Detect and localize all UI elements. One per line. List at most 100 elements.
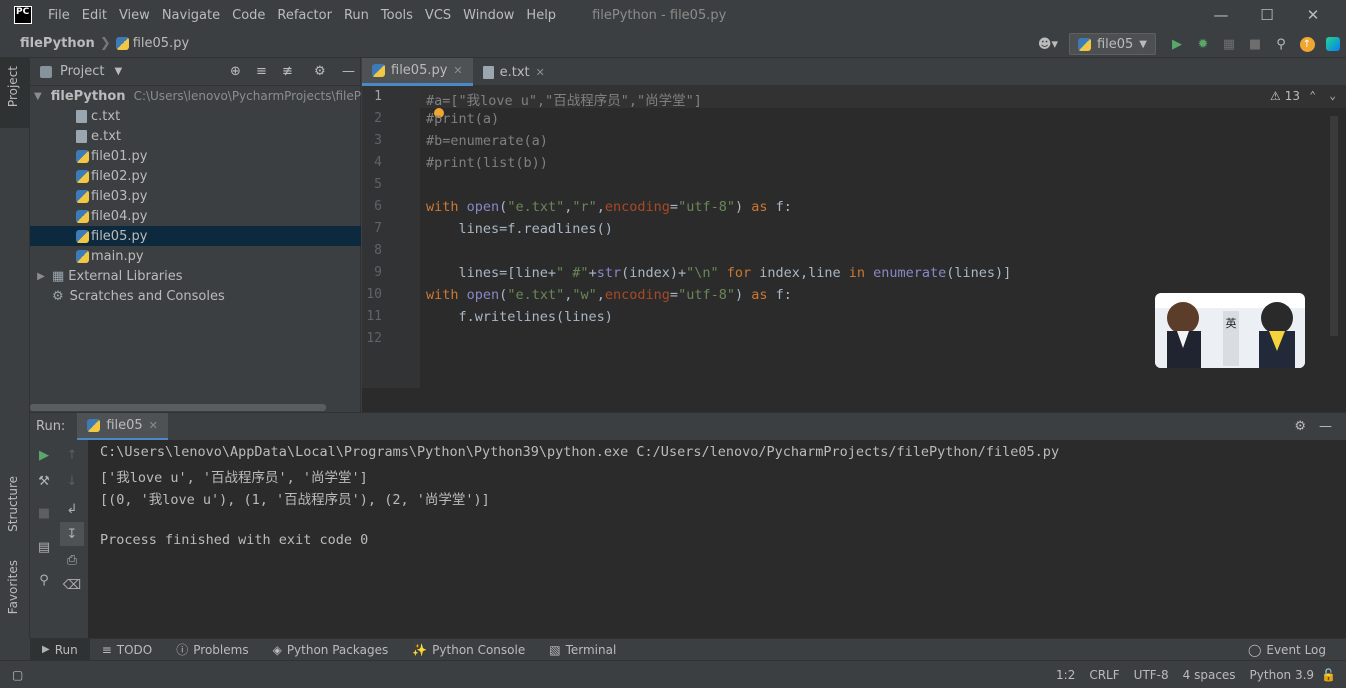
tool-tab-run[interactable]: ▶ Run bbox=[30, 638, 90, 661]
structure-vertical-tab[interactable]: Structure bbox=[6, 476, 20, 532]
menu-window[interactable]: Window bbox=[457, 8, 520, 23]
tree-file[interactable]: e.txt bbox=[30, 126, 361, 146]
tree-external-libraries[interactable]: ▶ ▦ External Libraries bbox=[30, 266, 361, 286]
pin-icon[interactable]: ⚲ bbox=[32, 568, 56, 592]
print-icon[interactable]: ⎙ bbox=[60, 548, 84, 572]
horizontal-scrollbar[interactable] bbox=[30, 404, 326, 411]
menu-run[interactable]: Run bbox=[338, 8, 375, 23]
status-bar: ▢ 1:2 CRLF UTF-8 4 spaces Python 3.9 🔓 bbox=[0, 660, 1346, 688]
tree-file[interactable]: file03.py bbox=[30, 186, 361, 206]
menu-vcs[interactable]: VCS bbox=[419, 8, 457, 23]
menu-help[interactable]: Help bbox=[520, 8, 562, 23]
main-toolbar: ☻▾ file05 ▼ ▶ ✹ ▦ ■ ⚲ ↑ bbox=[1035, 30, 1346, 58]
tree-scratches[interactable]: ⚙ Scratches and Consoles bbox=[30, 286, 361, 306]
wrench-icon[interactable]: ⚒ bbox=[32, 469, 56, 493]
gear-icon[interactable]: ⚙ bbox=[314, 64, 326, 79]
line-number: 6 bbox=[374, 199, 382, 214]
python-file-icon bbox=[372, 64, 385, 77]
event-log-icon: ◯ bbox=[1247, 642, 1262, 657]
run-configuration-select[interactable]: file05 ▼ bbox=[1068, 33, 1156, 55]
chevron-up-icon[interactable]: ⌃ bbox=[1309, 89, 1316, 102]
maximize-icon[interactable]: ☐ bbox=[1244, 0, 1290, 30]
chevron-down-icon: ▼ bbox=[1139, 38, 1147, 50]
tab-e-txt[interactable]: e.txt ✕ bbox=[473, 58, 555, 86]
indent-setting[interactable]: 4 spaces bbox=[1176, 668, 1243, 682]
trash-icon[interactable]: ⌫ bbox=[60, 573, 84, 597]
tree-file[interactable]: file02.py bbox=[30, 166, 361, 186]
menu-refactor[interactable]: Refactor bbox=[271, 8, 338, 23]
soft-wrap-icon[interactable]: ↲ bbox=[60, 497, 84, 521]
menu-navigate[interactable]: Navigate bbox=[156, 8, 226, 23]
chevron-right-icon: ▶ bbox=[37, 270, 45, 282]
locate-icon[interactable]: ⊕ bbox=[230, 64, 241, 79]
menu-code[interactable]: Code bbox=[226, 8, 271, 23]
scroll-to-end-icon[interactable]: ↧ bbox=[60, 522, 84, 546]
file-encoding[interactable]: UTF-8 bbox=[1127, 668, 1176, 682]
collapse-all-icon[interactable]: ≢ bbox=[282, 64, 293, 79]
title-bar: PC File Edit View Navigate Code Refactor… bbox=[0, 0, 1346, 30]
close-icon[interactable]: ✕ bbox=[536, 66, 545, 79]
tool-tab-terminal[interactable]: ▧ Terminal bbox=[537, 639, 628, 661]
terminal-icon: ▧ bbox=[549, 642, 561, 657]
gear-icon[interactable]: ⚙ bbox=[1294, 419, 1306, 434]
python-interpreter[interactable]: Python 3.9 bbox=[1243, 668, 1322, 682]
tree-label: Scratches and Consoles bbox=[69, 288, 225, 304]
hide-icon[interactable]: — bbox=[342, 64, 355, 79]
tree-file[interactable]: c.txt bbox=[30, 106, 361, 126]
tab-file05[interactable]: file05.py ✕ bbox=[362, 58, 473, 86]
caret-position[interactable]: 1:2 bbox=[1049, 668, 1082, 682]
menu-tools[interactable]: Tools bbox=[375, 8, 419, 23]
favorites-vertical-tab[interactable]: Favorites bbox=[6, 560, 20, 614]
tree-file[interactable]: main.py bbox=[30, 246, 361, 266]
inspection-widget[interactable]: ⚠ 13 bbox=[1270, 89, 1300, 103]
menu-edit[interactable]: Edit bbox=[76, 8, 113, 23]
window-title: filePython - file05.py bbox=[592, 7, 727, 23]
tree-file-selected[interactable]: file05.py bbox=[30, 226, 361, 246]
run-console[interactable]: C:\Users\lenovo\AppData\Local\Programs\P… bbox=[88, 440, 1346, 638]
user-icon[interactable]: ☻▾ bbox=[1035, 31, 1061, 57]
coverage-icon[interactable]: ▦ bbox=[1216, 31, 1242, 57]
breadcrumb-project[interactable]: filePython bbox=[20, 36, 95, 51]
layout-icon[interactable]: ▤ bbox=[32, 535, 56, 559]
stop-icon[interactable]: ■ bbox=[1242, 31, 1268, 57]
expand-all-icon[interactable]: ≡ bbox=[256, 64, 267, 79]
python-file-icon bbox=[76, 169, 89, 183]
file-name: c.txt bbox=[91, 108, 121, 124]
tool-tab-event-log[interactable]: ◯ Event Log bbox=[1236, 639, 1338, 661]
chevron-down-icon[interactable]: ▼ bbox=[114, 66, 122, 77]
tree-root[interactable]: ▼ filePython C:\Users\lenovo\PycharmProj… bbox=[30, 86, 361, 106]
plugin-logo-icon[interactable] bbox=[1320, 31, 1346, 57]
toggle-tool-windows-icon[interactable]: ▢ bbox=[12, 668, 23, 682]
python-file-icon bbox=[1077, 37, 1091, 51]
tool-tab-python-packages[interactable]: ◈ Python Packages bbox=[261, 639, 401, 661]
vertical-scrollbar[interactable] bbox=[1330, 116, 1338, 336]
menu-view[interactable]: View bbox=[113, 8, 156, 23]
tree-file[interactable]: file01.py bbox=[30, 146, 361, 166]
line-separator[interactable]: CRLF bbox=[1082, 668, 1126, 682]
arrow-down-icon[interactable]: ↓ bbox=[60, 469, 84, 493]
close-icon[interactable]: ✕ bbox=[1290, 0, 1336, 30]
tool-tab-python-console[interactable]: ✨ Python Console bbox=[400, 639, 537, 661]
close-icon[interactable]: ✕ bbox=[149, 419, 158, 432]
lock-icon[interactable]: 🔓 bbox=[1321, 668, 1336, 682]
menu-file[interactable]: File bbox=[42, 8, 76, 23]
tool-tab-problems[interactable]: ⓘ Problems bbox=[164, 639, 260, 661]
run-icon[interactable]: ▶ bbox=[1164, 31, 1190, 57]
minimize-icon[interactable]: — bbox=[1198, 0, 1244, 30]
run-tab[interactable]: file05 ✕ bbox=[77, 412, 168, 441]
arrow-up-icon[interactable]: ↑ bbox=[60, 443, 84, 467]
chevron-down-icon[interactable]: ⌄ bbox=[1329, 89, 1336, 102]
close-icon[interactable]: ✕ bbox=[453, 64, 462, 77]
tree-file[interactable]: file04.py bbox=[30, 206, 361, 226]
tool-tab-todo[interactable]: ≡ TODO bbox=[90, 639, 165, 661]
breadcrumb-file[interactable]: file05.py bbox=[133, 36, 189, 51]
project-vertical-tab[interactable]: Project bbox=[6, 66, 20, 107]
warning-icon: ⚠ bbox=[1269, 89, 1281, 103]
debug-icon[interactable]: ✹ bbox=[1190, 31, 1216, 57]
search-icon[interactable]: ⚲ bbox=[1268, 31, 1294, 57]
stop-icon[interactable]: ■ bbox=[32, 501, 56, 525]
rerun-icon[interactable]: ▶ bbox=[32, 443, 56, 467]
project-view-label[interactable]: Project bbox=[60, 64, 104, 79]
update-icon[interactable]: ↑ bbox=[1294, 31, 1320, 57]
hide-icon[interactable]: — bbox=[1319, 419, 1332, 434]
